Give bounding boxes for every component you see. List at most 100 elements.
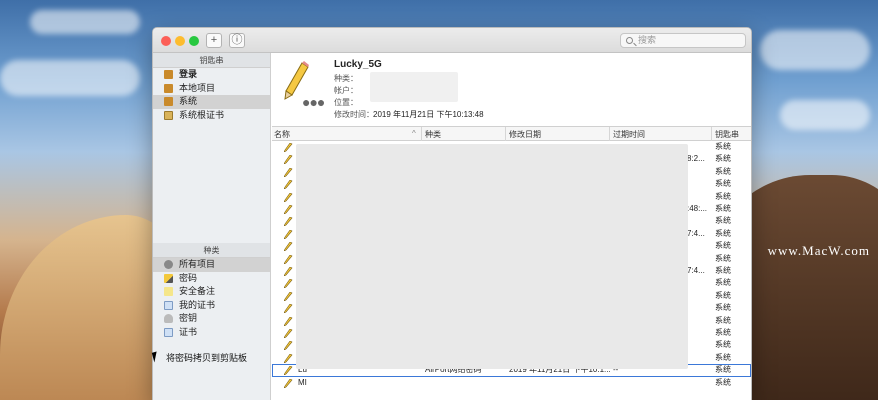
category-secure-notes[interactable]: 安全备注 xyxy=(153,285,270,299)
keychain-cell: 系统 xyxy=(715,179,731,189)
copy-password-tooltip: 将密码拷贝到剪贴板 xyxy=(166,353,248,363)
sidebar-item-label: 登录 xyxy=(179,69,198,79)
password-item-icon xyxy=(283,303,293,314)
column-divider xyxy=(711,127,712,141)
search-icon xyxy=(626,37,633,44)
category-label: 我的证书 xyxy=(179,299,216,310)
modified-label: 修改时间： xyxy=(334,110,374,119)
cloud xyxy=(780,100,870,130)
password-item-icon xyxy=(283,192,293,203)
sidebar-item-login[interactable]: 登录 xyxy=(153,68,270,82)
keychains-header: 钥匙串 xyxy=(153,53,270,68)
keychain-cell: 系统 xyxy=(715,328,731,337)
cabinet-icon xyxy=(164,110,173,120)
password-item-icon xyxy=(283,204,293,215)
password-item-icon xyxy=(283,155,293,166)
pencil-icon xyxy=(164,273,173,283)
keychain-cell: 系统 xyxy=(715,216,731,226)
keychain-cell: 系统 xyxy=(715,340,731,350)
table-row[interactable]: MI 系统 xyxy=(272,377,751,389)
category-all-items[interactable]: 所有项目 xyxy=(153,258,270,272)
password-item-icon xyxy=(283,353,293,364)
cloud xyxy=(0,60,140,96)
cloud xyxy=(760,30,870,70)
password-item-icon xyxy=(283,378,293,389)
close-button[interactable] xyxy=(161,36,171,46)
keychain-cell: 系统 xyxy=(715,253,731,263)
column-expires[interactable]: 过期时间 xyxy=(613,129,645,140)
column-divider xyxy=(609,127,610,141)
toolbar: + ⓘ 搜索 xyxy=(153,28,751,53)
password-item-icon xyxy=(283,266,293,277)
password-item-icon xyxy=(283,279,293,290)
redaction-overlay xyxy=(296,144,688,369)
password-item-icon xyxy=(283,241,293,252)
password-item-icon xyxy=(283,254,293,265)
keychain-cell: 系统 xyxy=(715,154,731,164)
sidebar: 钥匙串 登录 本地项目 系统 系统根证书 种类 所有项目 密码 安全备注 我的证… xyxy=(153,53,271,400)
password-item-icon xyxy=(283,365,293,376)
category-label: 安全备注 xyxy=(179,286,216,296)
category-my-certificates[interactable]: 我的证书 xyxy=(153,299,270,313)
certificate-icon xyxy=(164,327,173,337)
column-name[interactable]: 名称 xyxy=(274,129,290,140)
password-item-icon xyxy=(283,167,293,178)
category-section: 种类 所有项目 密码 安全备注 我的证书 密钥 证书 xyxy=(153,243,270,339)
category-label: 密码 xyxy=(179,272,198,283)
account-label: 帐户： xyxy=(334,86,358,95)
item-detail-pane: ●●● Lucky_5G 种类： 帐户： 位置： 修改时间： 2019 年11月… xyxy=(272,53,751,127)
sidebar-item-label: 本地项目 xyxy=(179,82,216,93)
keychain-cell: 系统 xyxy=(715,204,731,213)
keychain-cell: 系统 xyxy=(715,228,731,238)
info-button[interactable]: ⓘ xyxy=(229,33,245,48)
keychain-cell: 系统 xyxy=(715,290,731,300)
password-item-icon xyxy=(283,179,293,190)
keychain-cell: 系统 xyxy=(715,241,731,251)
category-label: 密钥 xyxy=(179,313,198,323)
key-icon xyxy=(164,314,173,324)
column-modified[interactable]: 修改日期 xyxy=(509,129,541,140)
keychain-cell: 系统 xyxy=(715,365,731,375)
all-items-icon xyxy=(164,260,173,270)
password-item-icon xyxy=(283,291,293,302)
sort-ascending-icon: ^ xyxy=(412,129,416,138)
category-passwords[interactable]: 密码 xyxy=(153,272,270,286)
category-keys[interactable]: 密钥 xyxy=(153,312,270,326)
lock-icon xyxy=(164,83,173,93)
password-item-icon xyxy=(283,328,293,339)
keychain-cell: 系统 xyxy=(715,303,731,313)
password-item-icon xyxy=(283,316,293,327)
column-keychain[interactable]: 钥匙串 xyxy=(715,129,739,140)
column-divider xyxy=(505,127,506,141)
sidebar-item-local[interactable]: 本地项目 xyxy=(153,82,270,96)
expires-cell: :48:... xyxy=(687,204,708,213)
item-title: Lucky_5G xyxy=(334,59,382,70)
lock-icon xyxy=(164,70,173,80)
search-input[interactable]: 搜索 xyxy=(620,33,746,48)
note-icon xyxy=(164,287,173,297)
keychain-cell: 系统 xyxy=(715,142,731,151)
category-certificates[interactable]: 证书 xyxy=(153,326,270,340)
ellipsis-icon: ●●● xyxy=(302,94,325,110)
zoom-button[interactable] xyxy=(189,36,199,46)
lock-icon xyxy=(164,97,173,107)
minimize-button[interactable] xyxy=(175,36,185,46)
expires-cell: 7:4... xyxy=(687,266,705,275)
sidebar-item-system[interactable]: 系统 xyxy=(153,95,270,109)
sidebar-item-label: 系统 xyxy=(179,96,198,106)
password-item-icon xyxy=(283,341,293,352)
expires-cell: 8:2... xyxy=(687,154,705,164)
column-kind[interactable]: 种类 xyxy=(425,129,441,140)
redacted-area xyxy=(370,72,458,102)
keychain-cell: 系统 xyxy=(715,377,731,387)
category-label: 所有项目 xyxy=(179,259,216,269)
keychain-cell: 系统 xyxy=(715,166,731,176)
keychain-cell: 系统 xyxy=(715,278,731,288)
modified-value: 2019 年11月21日 下午10:13:48 xyxy=(373,110,484,119)
sidebar-item-system-roots[interactable]: 系统根证书 xyxy=(153,109,270,123)
add-button[interactable]: + xyxy=(206,33,222,48)
keychain-window: + ⓘ 搜索 钥匙串 登录 本地项目 系统 系统根证书 种类 所有项目 密码 安… xyxy=(152,27,752,400)
keychain-cell: 系统 xyxy=(715,191,731,201)
table-header: 名称 ^ 种类 修改日期 过期时间 钥匙串 xyxy=(272,127,751,141)
sidebar-item-label: 系统根证书 xyxy=(179,109,225,120)
